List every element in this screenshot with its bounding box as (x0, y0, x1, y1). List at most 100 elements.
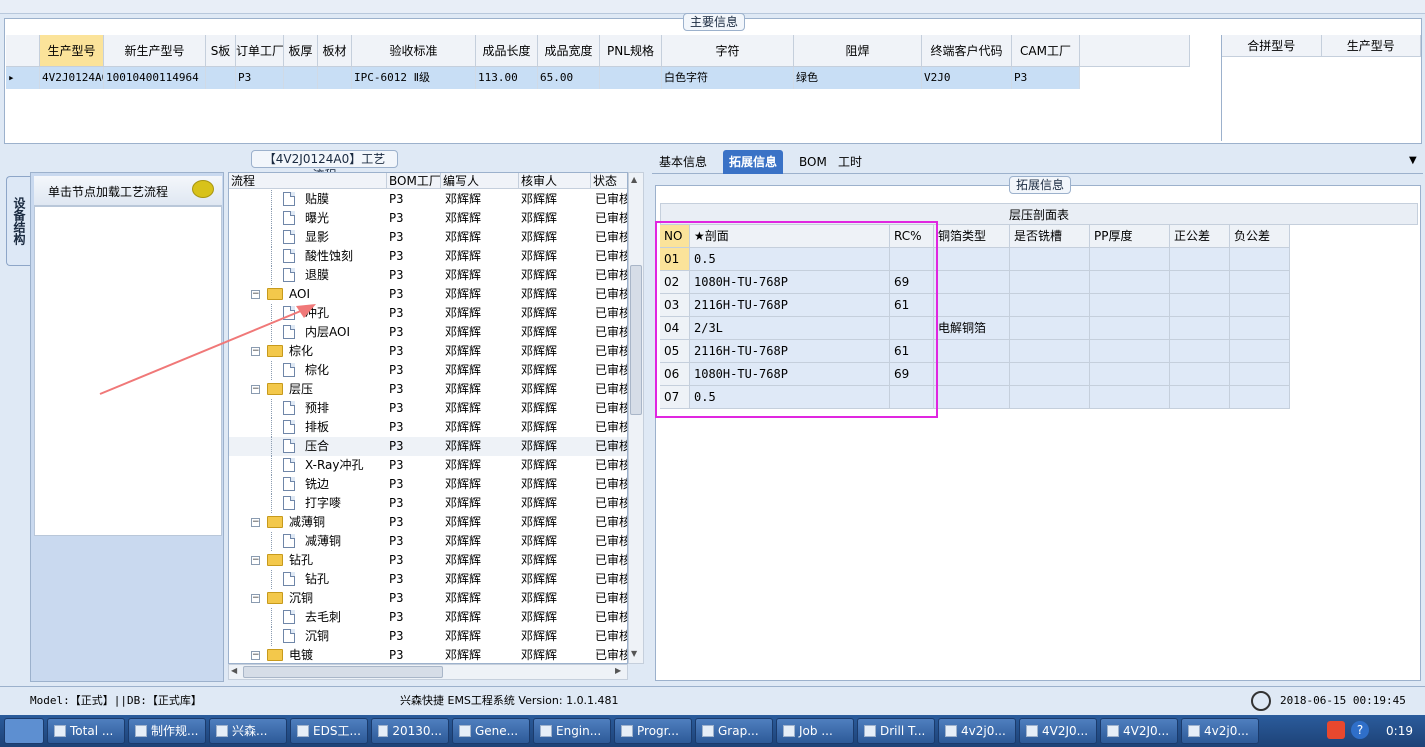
stack-cell[interactable] (1090, 363, 1170, 386)
main-grid-cell[interactable] (206, 67, 236, 89)
tree-row[interactable]: 预排 P3 邓辉辉 邓辉辉 已审核 (229, 399, 627, 418)
tree-row[interactable]: 贴膜 P3 邓辉辉 邓辉辉 已审核 (229, 190, 627, 209)
stack-cell[interactable] (1170, 294, 1230, 317)
main-grid-cell[interactable] (600, 67, 662, 89)
taskbar-item[interactable]: 4V2J0... (1100, 718, 1178, 744)
main-grid-cell[interactable]: 4V2J0124A0 (40, 67, 104, 89)
stack-cell[interactable]: 电解铜箔 (934, 317, 1010, 340)
tree-row[interactable]: 铣边 P3 邓辉辉 邓辉辉 已审核 (229, 475, 627, 494)
stack-cell[interactable] (1170, 386, 1230, 409)
stack-cell[interactable] (1010, 386, 1090, 409)
tab-bom[interactable]: BOM (793, 150, 833, 174)
tree-row[interactable]: − 电镀 P3 邓辉辉 邓辉辉 已审核 (229, 646, 627, 663)
help-icon[interactable]: ? (1351, 721, 1369, 739)
tree-row[interactable]: X-Ray冲孔 P3 邓辉辉 邓辉辉 已审核 (229, 456, 627, 475)
stack-col-header[interactable]: PP厚度 (1090, 225, 1170, 248)
scroll-up-icon[interactable]: ▲ (631, 175, 637, 184)
scroll-thumb[interactable] (630, 265, 642, 415)
tree-row[interactable]: 排板 P3 邓辉辉 邓辉辉 已审核 (229, 418, 627, 437)
taskbar-item[interactable]: Gene... (452, 718, 530, 744)
main-grid-cell[interactable]: 白色字符 (662, 67, 794, 89)
stack-cell[interactable] (1230, 248, 1290, 271)
tree-toggle-icon[interactable]: − (251, 651, 260, 660)
tree-row[interactable]: 沉铜 P3 邓辉辉 邓辉辉 已审核 (229, 627, 627, 646)
stack-cell[interactable] (1010, 340, 1090, 363)
stack-cell[interactable] (934, 363, 1010, 386)
taskbar-item[interactable]: 20130... (371, 718, 449, 744)
taskbar-item[interactable]: Job ... (776, 718, 854, 744)
merge-grid[interactable]: 合拼型号 生产型号 (1221, 35, 1421, 141)
main-col-header[interactable]: 生产型号 (40, 35, 104, 67)
tree-row[interactable]: − 钻孔 P3 邓辉辉 邓辉辉 已审核 (229, 551, 627, 570)
main-col-header[interactable]: 字符 (662, 35, 794, 67)
main-col-header[interactable]: 成品宽度 (538, 35, 600, 67)
hscroll-thumb[interactable] (243, 666, 443, 678)
side-header[interactable]: 单击节点加载工艺流程 (34, 176, 222, 206)
tree-row[interactable]: 钻孔 P3 邓辉辉 邓辉辉 已审核 (229, 570, 627, 589)
tree-row[interactable]: 打字嘜 P3 邓辉辉 邓辉辉 已审核 (229, 494, 627, 513)
taskbar-item[interactable]: Total ... (47, 718, 125, 744)
main-grid-cell[interactable]: ▸ (6, 67, 40, 89)
stack-cell[interactable] (1010, 363, 1090, 386)
tree-row[interactable]: 曝光 P3 邓辉辉 邓辉辉 已审核 (229, 209, 627, 228)
stack-cell[interactable] (1090, 294, 1170, 317)
taskbar-item[interactable]: EDS工... (290, 718, 368, 744)
taskbar-item[interactable]: Progr... (614, 718, 692, 744)
scroll-down-icon[interactable]: ▼ (631, 649, 637, 658)
main-col-header[interactable]: 板材 (318, 35, 352, 67)
taskbar-item[interactable]: Drill T... (857, 718, 935, 744)
stack-cell[interactable] (1170, 317, 1230, 340)
tab-dropdown-icon[interactable]: ▼ (1409, 155, 1417, 166)
tree-row[interactable]: 减薄铜 P3 邓辉辉 邓辉辉 已审核 (229, 532, 627, 551)
tree-col-header[interactable]: 编写人 (441, 173, 519, 188)
main-grid-cell[interactable]: P3 (236, 67, 284, 89)
main-col-header[interactable]: 成品长度 (476, 35, 538, 67)
tree-row[interactable]: 去毛刺 P3 邓辉辉 邓辉辉 已审核 (229, 608, 627, 627)
stack-col-header[interactable]: 是否铣槽 (1010, 225, 1090, 248)
taskbar-item[interactable]: 制作规... (128, 718, 206, 744)
main-col-header[interactable]: CAM工厂 (1012, 35, 1080, 67)
stack-cell[interactable] (1230, 340, 1290, 363)
tree-toggle-icon[interactable]: − (251, 556, 260, 565)
tree-col-header[interactable]: BOM工厂 (387, 173, 441, 188)
main-col-header[interactable]: PNL规格 (600, 35, 662, 67)
tree-toggle-icon[interactable]: − (251, 594, 260, 603)
main-grid-cell[interactable]: IPC-6012 Ⅱ级 (352, 67, 476, 89)
stack-cell[interactable] (1230, 363, 1290, 386)
stack-cell[interactable] (1170, 271, 1230, 294)
start-button[interactable] (4, 718, 44, 744)
stack-cell[interactable] (1170, 248, 1230, 271)
tree-row[interactable]: 酸性蚀刻 P3 邓辉辉 邓辉辉 已审核 (229, 247, 627, 266)
process-tree[interactable]: 流程 BOM工厂 编写人 核审人 状态 贴膜 P3 邓辉辉 邓辉辉 已审核 曝光 P3 邓辉辉 邓辉辉已… (228, 172, 628, 664)
tree-horizontal-scrollbar[interactable]: ◀ ▶ (228, 664, 628, 680)
stack-cell[interactable] (1090, 248, 1170, 271)
stack-cell[interactable] (934, 294, 1010, 317)
tree-toggle-icon[interactable]: − (251, 518, 260, 527)
tree-row[interactable]: 压合 P3 邓辉辉 邓辉辉 已审核 (229, 437, 627, 456)
tree-col-header[interactable]: 状态 (591, 173, 627, 188)
stack-cell[interactable] (934, 386, 1010, 409)
equipment-structure-tab[interactable]: 设备结构 (6, 176, 30, 266)
tab-basic-info[interactable]: 基本信息 (653, 150, 713, 174)
stack-col-header[interactable]: 正公差 (1170, 225, 1230, 248)
stack-cell[interactable] (1230, 386, 1290, 409)
tree-row[interactable]: 显影 P3 邓辉辉 邓辉辉 已审核 (229, 228, 627, 247)
stack-cell[interactable] (1010, 317, 1090, 340)
scroll-right-icon[interactable]: ▶ (615, 666, 621, 675)
stack-cell[interactable] (1230, 317, 1290, 340)
stack-cell[interactable] (1170, 363, 1230, 386)
main-col-header[interactable]: 板厚 (284, 35, 318, 67)
tree-row[interactable]: 退膜 P3 邓辉辉 邓辉辉 已审核 (229, 266, 627, 285)
main-grid-cell[interactable] (284, 67, 318, 89)
taskbar-item[interactable]: 4v2j0... (1181, 718, 1259, 744)
stack-cell[interactable] (1010, 271, 1090, 294)
main-col-header[interactable]: 阻焊 (794, 35, 922, 67)
tree-col-header[interactable]: 流程 (229, 173, 387, 188)
main-col-header[interactable]: 验收标准 (352, 35, 476, 67)
tree-row[interactable]: − 沉铜 P3 邓辉辉 邓辉辉 已审核 (229, 589, 627, 608)
main-col-header[interactable] (6, 35, 40, 67)
stack-cell[interactable] (1010, 294, 1090, 317)
tray-s-icon[interactable] (1327, 721, 1345, 739)
main-col-header[interactable]: S板 (206, 35, 236, 67)
taskbar-item[interactable]: Grap... (695, 718, 773, 744)
